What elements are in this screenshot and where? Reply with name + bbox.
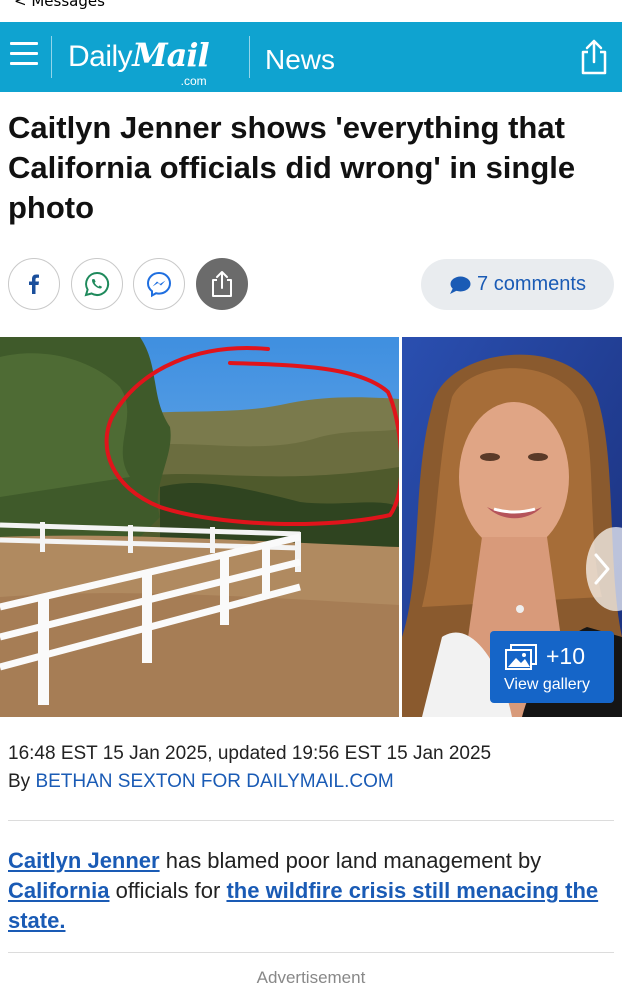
share-icon[interactable]	[578, 38, 610, 76]
article-lede: Caitlyn Jenner has blamed poor land mana…	[8, 846, 618, 936]
status-strip: < Messages	[0, 0, 622, 22]
share-icon	[212, 271, 232, 297]
comment-bubble-icon	[450, 276, 471, 294]
gallery-icon	[505, 644, 537, 670]
site-header: DailyMail .com News	[0, 22, 622, 92]
caitlyn-jenner-link[interactable]: Caitlyn Jenner	[8, 848, 160, 873]
header-divider	[51, 36, 52, 78]
article-headline: Caitlyn Jenner shows 'everything that Ca…	[8, 110, 576, 225]
whatsapp-icon	[84, 271, 110, 297]
view-gallery-label: View gallery	[504, 676, 590, 693]
back-to-messages-link[interactable]: < Messages	[14, 0, 105, 10]
messenger-share-button[interactable]	[133, 258, 185, 310]
header-divider	[249, 36, 250, 78]
facebook-icon	[29, 274, 39, 294]
california-link[interactable]: California	[8, 878, 109, 903]
dateline: 16:48 EST 15 Jan 2025, updated 19:56 EST…	[8, 743, 492, 764]
byline-prefix: By	[8, 771, 36, 792]
divider	[8, 820, 614, 821]
next-photo-button[interactable]	[586, 527, 622, 611]
lede-text-2: officials for	[109, 878, 227, 903]
section-label[interactable]: News	[265, 44, 335, 76]
lede-text-1: has blamed poor land management by	[159, 848, 542, 873]
chevron-right-icon	[594, 553, 610, 585]
logo-daily: Daily	[68, 40, 133, 73]
logo-mail: Mail	[132, 36, 209, 74]
comments-button[interactable]: 7 comments	[421, 259, 614, 310]
facebook-share-button[interactable]	[8, 258, 60, 310]
byline: By BETHAN SEXTON FOR DAILYMAIL.COM	[8, 771, 394, 793]
advertisement-label: Advertisement	[256, 968, 366, 987]
gallery-count: +10	[546, 643, 586, 669]
view-gallery-button[interactable]: +10 View gallery	[490, 631, 614, 703]
generic-share-button[interactable]	[196, 258, 248, 310]
ranch-photo[interactable]	[0, 337, 399, 717]
messenger-icon	[146, 271, 172, 298]
divider	[8, 952, 614, 953]
whatsapp-share-button[interactable]	[71, 258, 123, 310]
author-link[interactable]: BETHAN SEXTON FOR DAILYMAIL.COM	[35, 771, 393, 792]
logo-com: .com	[180, 74, 207, 88]
hamburger-icon[interactable]	[10, 42, 38, 72]
comments-count: 7 comments	[477, 273, 586, 295]
site-logo[interactable]: DailyMail .com	[68, 36, 210, 88]
